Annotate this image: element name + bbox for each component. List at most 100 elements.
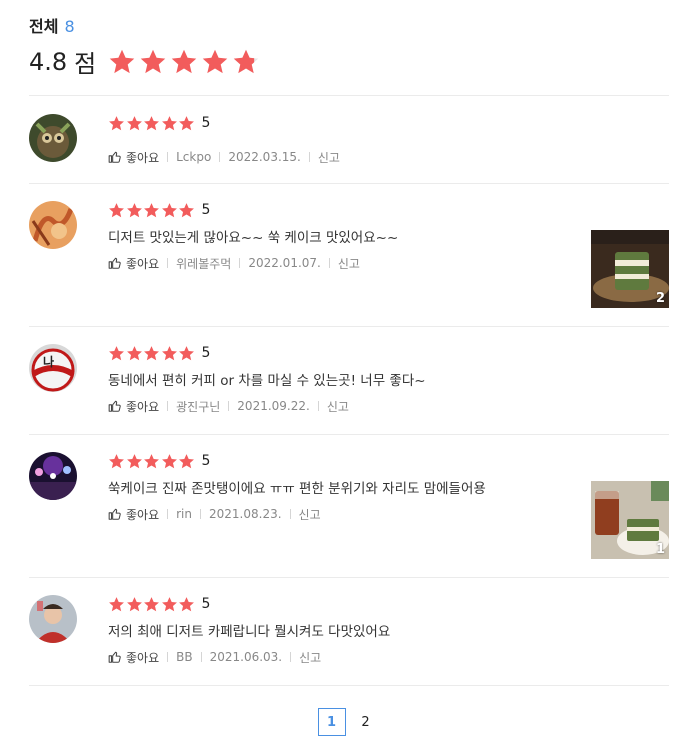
person-avatar[interactable] [29,595,77,643]
like-button[interactable]: 좋아요 [108,398,159,415]
star-icon [143,202,160,219]
review-stars: 5 [108,344,588,362]
photo-count: 1 [655,542,665,557]
divider [29,577,669,578]
star-icon [108,596,125,613]
page-2-button[interactable]: 2 [352,708,380,736]
review-item: 5 쑥케이크 진짜 존맛탱이에요 ㅠㅠ 편한 분위기와 자리도 맘에들어용 좋아… [29,452,669,562]
separator [308,152,310,162]
report-button[interactable]: 신고 [318,149,340,166]
review-meta: 좋아요 Lckpo 2022.03.15. 신고 [108,149,588,165]
separator [317,401,319,411]
star-icon [126,202,143,219]
separator [328,258,330,268]
review-text: 쑥케이크 진짜 존맛탱이에요 ㅠㅠ 편한 분위기와 자리도 맘에들어용 [108,481,486,497]
review-score: 5 [201,453,211,469]
page-1-button[interactable]: 1 [317,708,346,736]
thumbs-up-icon [108,151,121,163]
separator [228,401,230,411]
review-photo[interactable]: 2 [591,230,669,308]
like-label[interactable]: 좋아요 [126,506,159,523]
like-button[interactable]: 좋아요 [108,649,159,666]
separator [167,509,169,519]
review-item: 5 저의 최애 디저트 카페랍니다 뭘시켜도 다맛있어요 좋아요 BB 2021… [29,595,669,675]
review-item: 5 디저트 맛있는게 많아요~~ 쑥 케이크 맛있어요~~ 좋아요 위레볼주먹 … [29,201,669,311]
star-icon [143,345,160,362]
review-meta: 좋아요 위레볼주먹 2022.01.07. 신고 [108,255,588,271]
owl-avatar[interactable] [29,114,77,162]
star-icon [143,596,160,613]
review-text: 저의 최애 디저트 카페랍니다 뭘시켜도 다맛있어요 [108,624,391,640]
star-icon [161,202,178,219]
review-author: 위레볼주먹 [176,256,232,271]
like-button[interactable]: 좋아요 [108,255,159,272]
separator [167,401,169,411]
review-date: 2022.03.15. [228,150,301,164]
like-label[interactable]: 좋아요 [126,649,159,666]
star-icon [161,115,178,132]
star-icon [126,115,143,132]
separator [239,258,241,268]
total-count: 8 [64,17,75,36]
review-author: rin [176,507,192,521]
review-item: 나 5 동네에서 편히 커피 or 차를 마실 수 있는곳! 너무 좋다~ 좋아… [29,344,669,424]
separator [200,509,201,519]
star-icon [108,453,125,470]
star-icon [143,453,160,470]
like-button[interactable]: 좋아요 [108,506,159,523]
svg-text:나: 나 [43,354,54,369]
star-icon [178,202,195,219]
review-photo[interactable]: 1 [591,481,669,559]
thumbs-up-icon [108,400,121,412]
divider [29,685,669,686]
review-author: 광진구닌 [176,399,221,414]
report-button[interactable]: 신고 [299,649,321,666]
like-label[interactable]: 좋아요 [126,149,159,166]
illustration-avatar[interactable] [29,201,77,249]
like-label[interactable]: 좋아요 [126,398,159,415]
star-icon [161,345,178,362]
divider [29,183,669,184]
average-rating: 4.8 점 [29,44,263,79]
review-author: Lckpo [176,150,212,164]
review-meta: 좋아요 광진구닌 2021.09.22. 신고 [108,398,588,414]
report-button[interactable]: 신고 [338,255,360,272]
rating-value: 4.8 [29,47,68,76]
review-stars: 5 [108,595,588,613]
divider [29,434,669,435]
review-date: 2022.01.07. [248,256,321,270]
star-icon [126,596,143,613]
review-text: 디저트 맛있는게 많아요~~ 쑥 케이크 맛있어요~~ [108,230,399,246]
divider [29,95,669,96]
report-button[interactable]: 신고 [327,398,349,415]
thumbs-up-icon [108,508,121,520]
review-stars: 5 [108,201,588,219]
separator [200,652,202,662]
ball-avatar[interactable]: 나 [29,344,77,392]
rating-unit: 점 [74,50,97,78]
star-icon [178,345,195,362]
star-icon [143,115,160,132]
star-icon [108,115,125,132]
concert-avatar[interactable] [29,452,77,500]
like-label[interactable]: 좋아요 [126,255,159,272]
like-button[interactable]: 좋아요 [108,149,159,166]
star-icon [178,453,195,470]
review-score: 5 [201,115,211,131]
review-score: 5 [201,596,211,612]
partial-star-icon [232,48,260,76]
total-reviews: 전체 8 [29,13,75,37]
divider [29,326,669,327]
star-icon [178,115,195,132]
review-date: 2021.06.03. [209,650,283,664]
report-button[interactable]: 신고 [299,506,321,523]
star-icon [201,48,229,76]
separator [290,652,292,662]
review-author: BB [176,650,193,664]
review-text: 동네에서 편히 커피 or 차를 마실 수 있는곳! 너무 좋다~ [108,373,426,389]
review-stars: 5 [108,114,588,132]
review-meta: 좋아요 BB 2021.06.03. 신고 [108,649,588,665]
star-icon [170,48,198,76]
star-icon [161,596,178,613]
separator [219,152,221,162]
